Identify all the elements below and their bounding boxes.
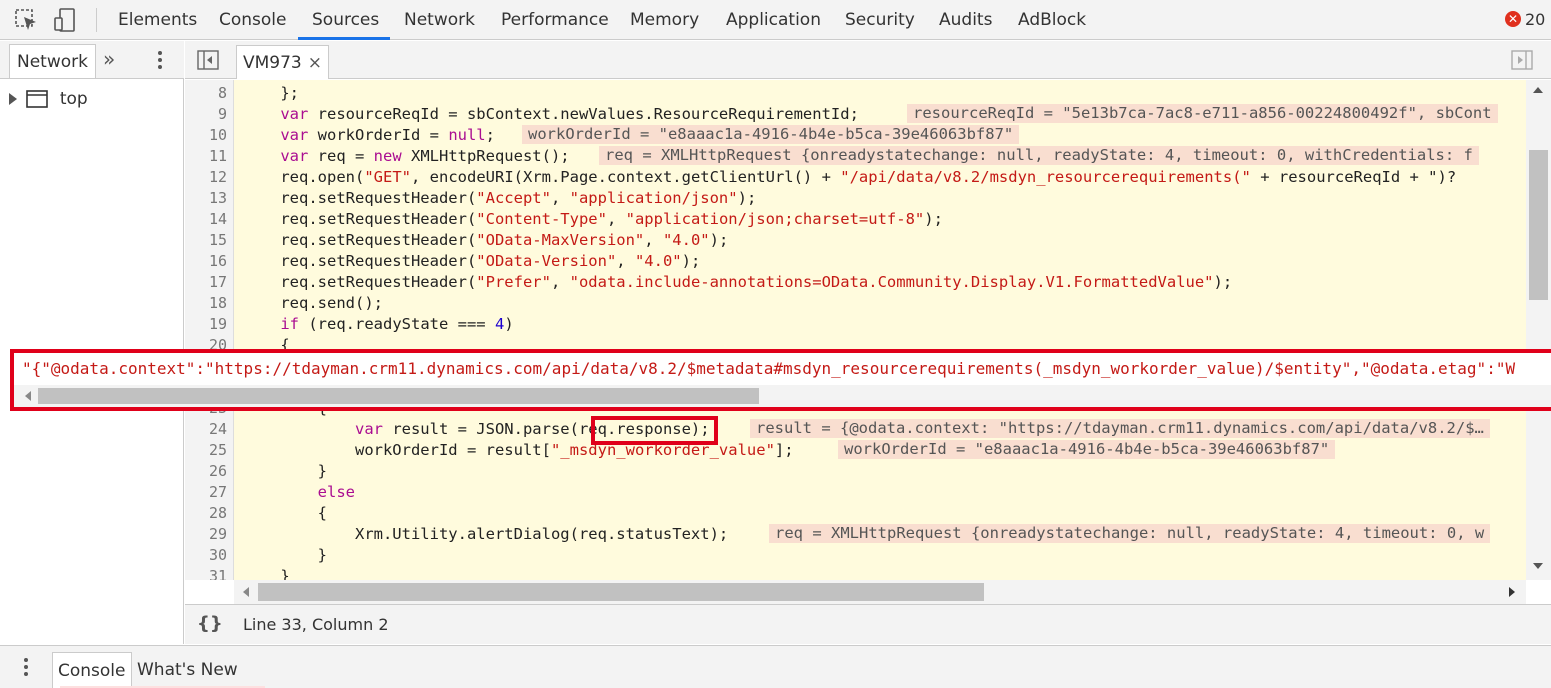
frame-icon — [26, 90, 49, 108]
tab-network[interactable]: Network — [404, 0, 475, 40]
cursor-position: Line 33, Column 2 — [243, 615, 389, 634]
error-icon[interactable]: ✕ — [1505, 11, 1521, 27]
active-tab-indicator — [298, 37, 390, 40]
code-line: if (req.readyState === 4) — [280, 315, 514, 333]
inspect-element-icon[interactable] — [12, 6, 40, 34]
line-number-gutter: 8910111213141516171819202324252627282930… — [185, 80, 234, 580]
toggle-navigator-icon[interactable] — [197, 50, 219, 70]
line-number[interactable]: 19 — [185, 314, 227, 335]
inline-value-line10: workOrderId = "e8aaac1a-4916-4b4e-b5ca-3… — [522, 125, 1020, 144]
horizontal-scroll-thumb[interactable] — [258, 583, 984, 601]
navigator-tab-network[interactable]: Network — [9, 44, 96, 78]
editor-status-bar: {} Line 33, Column 2 — [185, 604, 1551, 644]
line-number[interactable]: 28 — [185, 503, 227, 524]
code-line: } — [243, 567, 290, 580]
scroll-right-arrow-icon[interactable] — [1508, 586, 1516, 598]
toolbar-divider — [96, 8, 97, 32]
navigator-header: Network » — [0, 41, 184, 79]
pretty-print-button[interactable]: {} — [197, 613, 223, 634]
code-line: }; — [243, 84, 299, 102]
expand-arrow-icon[interactable] — [8, 93, 18, 105]
drawer-tab-console[interactable]: Console — [52, 652, 132, 688]
tab-sources[interactable]: Sources — [312, 0, 379, 40]
code-line: } — [243, 462, 327, 480]
line-number[interactable]: 9 — [185, 104, 227, 125]
highlight-annotation-box — [591, 416, 718, 445]
code-line: req.open("GET", encodeURI(Xrm.Page.conte… — [243, 168, 1457, 186]
code-line: { — [243, 504, 327, 522]
code-line: } — [243, 546, 327, 564]
popover-scroll-thumb[interactable] — [38, 388, 759, 404]
inline-value-line24: result = {@odata.context: "https://tdaym… — [750, 419, 1490, 438]
file-tab-vm973[interactable]: VM973 × — [236, 45, 329, 79]
line-number[interactable]: 18 — [185, 293, 227, 314]
popover-horizontal-scrollbar[interactable] — [14, 385, 1551, 407]
scroll-up-arrow-icon[interactable] — [1532, 86, 1544, 94]
inline-value-line25: workOrderId = "e8aaac1a-4916-4b4e-b5ca-3… — [838, 440, 1336, 459]
inline-value-line29: req = XMLHttpRequest {onreadystatechange… — [769, 524, 1491, 543]
code-line: else — [317, 483, 355, 501]
code-line: req.setRequestHeader("Content-Type", "ap… — [243, 210, 943, 228]
tab-memory[interactable]: Memory — [630, 0, 699, 40]
line-number[interactable]: 17 — [185, 272, 227, 293]
inline-value-line9: resourceReqId = "5e13b7ca-7ac8-e711-a856… — [907, 104, 1498, 123]
scroll-left-arrow-icon[interactable] — [24, 390, 32, 402]
tab-elements[interactable]: Elements — [118, 0, 197, 40]
code-line: var resourceReqId = sbContext.newValues.… — [280, 105, 859, 123]
kebab-menu-icon[interactable] — [152, 47, 168, 73]
code-line: req.setRequestHeader("Prefer", "odata.in… — [243, 273, 1233, 291]
line-number[interactable]: 13 — [185, 188, 227, 209]
tab-performance[interactable]: Performance — [501, 0, 609, 40]
sources-navigator: Network » top — [0, 41, 184, 644]
line-number[interactable]: 25 — [185, 440, 227, 461]
kebab-menu-icon[interactable] — [18, 655, 34, 679]
line-number[interactable]: 29 — [185, 524, 227, 545]
code-line: var req = new XMLHttpRequest(); — [280, 147, 570, 165]
tab-console[interactable]: Console — [219, 0, 287, 40]
line-number[interactable]: 27 — [185, 482, 227, 503]
editor-horizontal-scrollbar[interactable] — [234, 580, 1526, 604]
tab-audits[interactable]: Audits — [939, 0, 992, 40]
code-line: var workOrderId = null; — [280, 126, 495, 144]
devtools-tab-bar: Elements Console Sources Network Perform… — [0, 0, 1551, 40]
line-number[interactable]: 26 — [185, 461, 227, 482]
bottom-drawer: Console What's New — [0, 645, 1551, 688]
line-number[interactable]: 15 — [185, 230, 227, 251]
more-tabs-button[interactable]: » — [103, 47, 115, 71]
code-line: req.send(); — [243, 294, 383, 312]
drawer-tab-whats-new[interactable]: What's New — [137, 652, 238, 688]
code-line: req.setRequestHeader("OData-MaxVersion",… — [243, 231, 729, 249]
line-number[interactable]: 16 — [185, 251, 227, 272]
code-editor[interactable]: 8910111213141516171819202324252627282930… — [185, 80, 1526, 580]
file-tab-label: VM973 — [243, 53, 302, 73]
error-count[interactable]: 20 — [1525, 0, 1545, 40]
editor-vertical-scrollbar[interactable] — [1526, 80, 1551, 580]
tree-item-label: top — [59, 89, 88, 109]
tab-security[interactable]: Security — [845, 0, 915, 40]
close-icon[interactable]: × — [308, 53, 322, 73]
line-number[interactable]: 11 — [185, 146, 227, 167]
line-number[interactable]: 24 — [185, 419, 227, 440]
scroll-left-arrow-icon[interactable] — [242, 586, 250, 598]
editor-tab-bar: VM973 × — [185, 41, 1551, 79]
vertical-scroll-thumb[interactable] — [1529, 150, 1548, 300]
line-number[interactable]: 30 — [185, 545, 227, 566]
code-line: Xrm.Utility.alertDialog(req.statusText); — [243, 525, 729, 543]
code-line: req.setRequestHeader("OData-Version", "4… — [243, 252, 701, 270]
line-number[interactable]: 12 — [185, 167, 227, 188]
tab-adblock[interactable]: AdBlock — [1018, 0, 1086, 40]
scroll-down-arrow-icon[interactable] — [1532, 562, 1544, 570]
toggle-debugger-icon[interactable] — [1511, 50, 1533, 70]
device-toolbar-icon[interactable] — [52, 6, 80, 34]
line-number[interactable]: 8 — [185, 83, 227, 104]
line-number[interactable]: 14 — [185, 209, 227, 230]
tree-item-top[interactable]: top — [8, 87, 88, 111]
line-number[interactable]: 31 — [185, 566, 227, 580]
inline-value-line11: req = XMLHttpRequest {onreadystatechange… — [599, 146, 1479, 165]
line-number[interactable]: 10 — [185, 125, 227, 146]
tab-application[interactable]: Application — [726, 0, 821, 40]
code-line: req.setRequestHeader("Accept", "applicat… — [243, 189, 757, 207]
value-popover: "{"@odata.context":"https://tdayman.crm1… — [10, 349, 1551, 411]
popover-value-text: "{"@odata.context":"https://tdayman.crm1… — [22, 359, 1516, 378]
